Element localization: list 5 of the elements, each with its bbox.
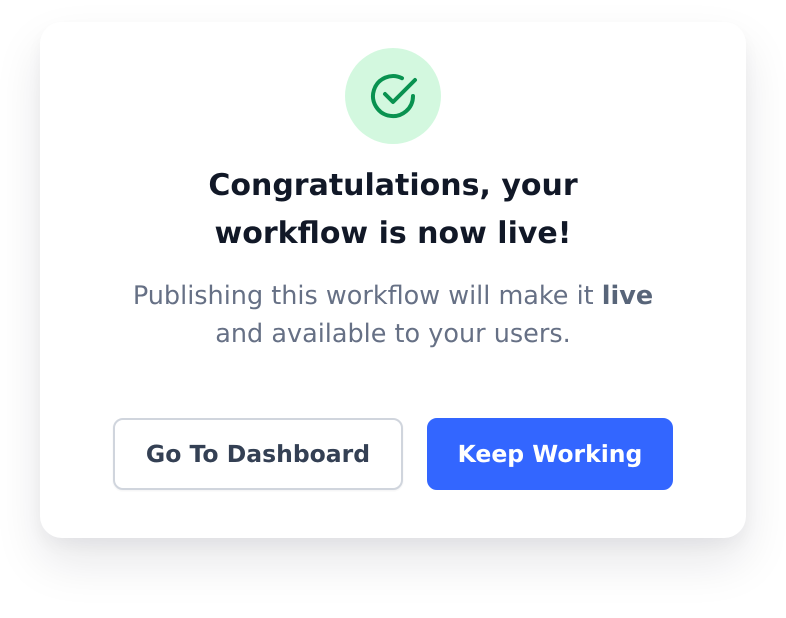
dashboard-button[interactable]: Go To Dashboard [113, 418, 403, 490]
keep-working-button[interactable]: Keep Working [427, 418, 673, 490]
check-circle-icon [345, 48, 441, 144]
dialog-message: Publishing this workflow will make it live and available to your users. [132, 280, 654, 351]
dialog-title: Congratulations, your workflow is now live! [207, 167, 579, 253]
